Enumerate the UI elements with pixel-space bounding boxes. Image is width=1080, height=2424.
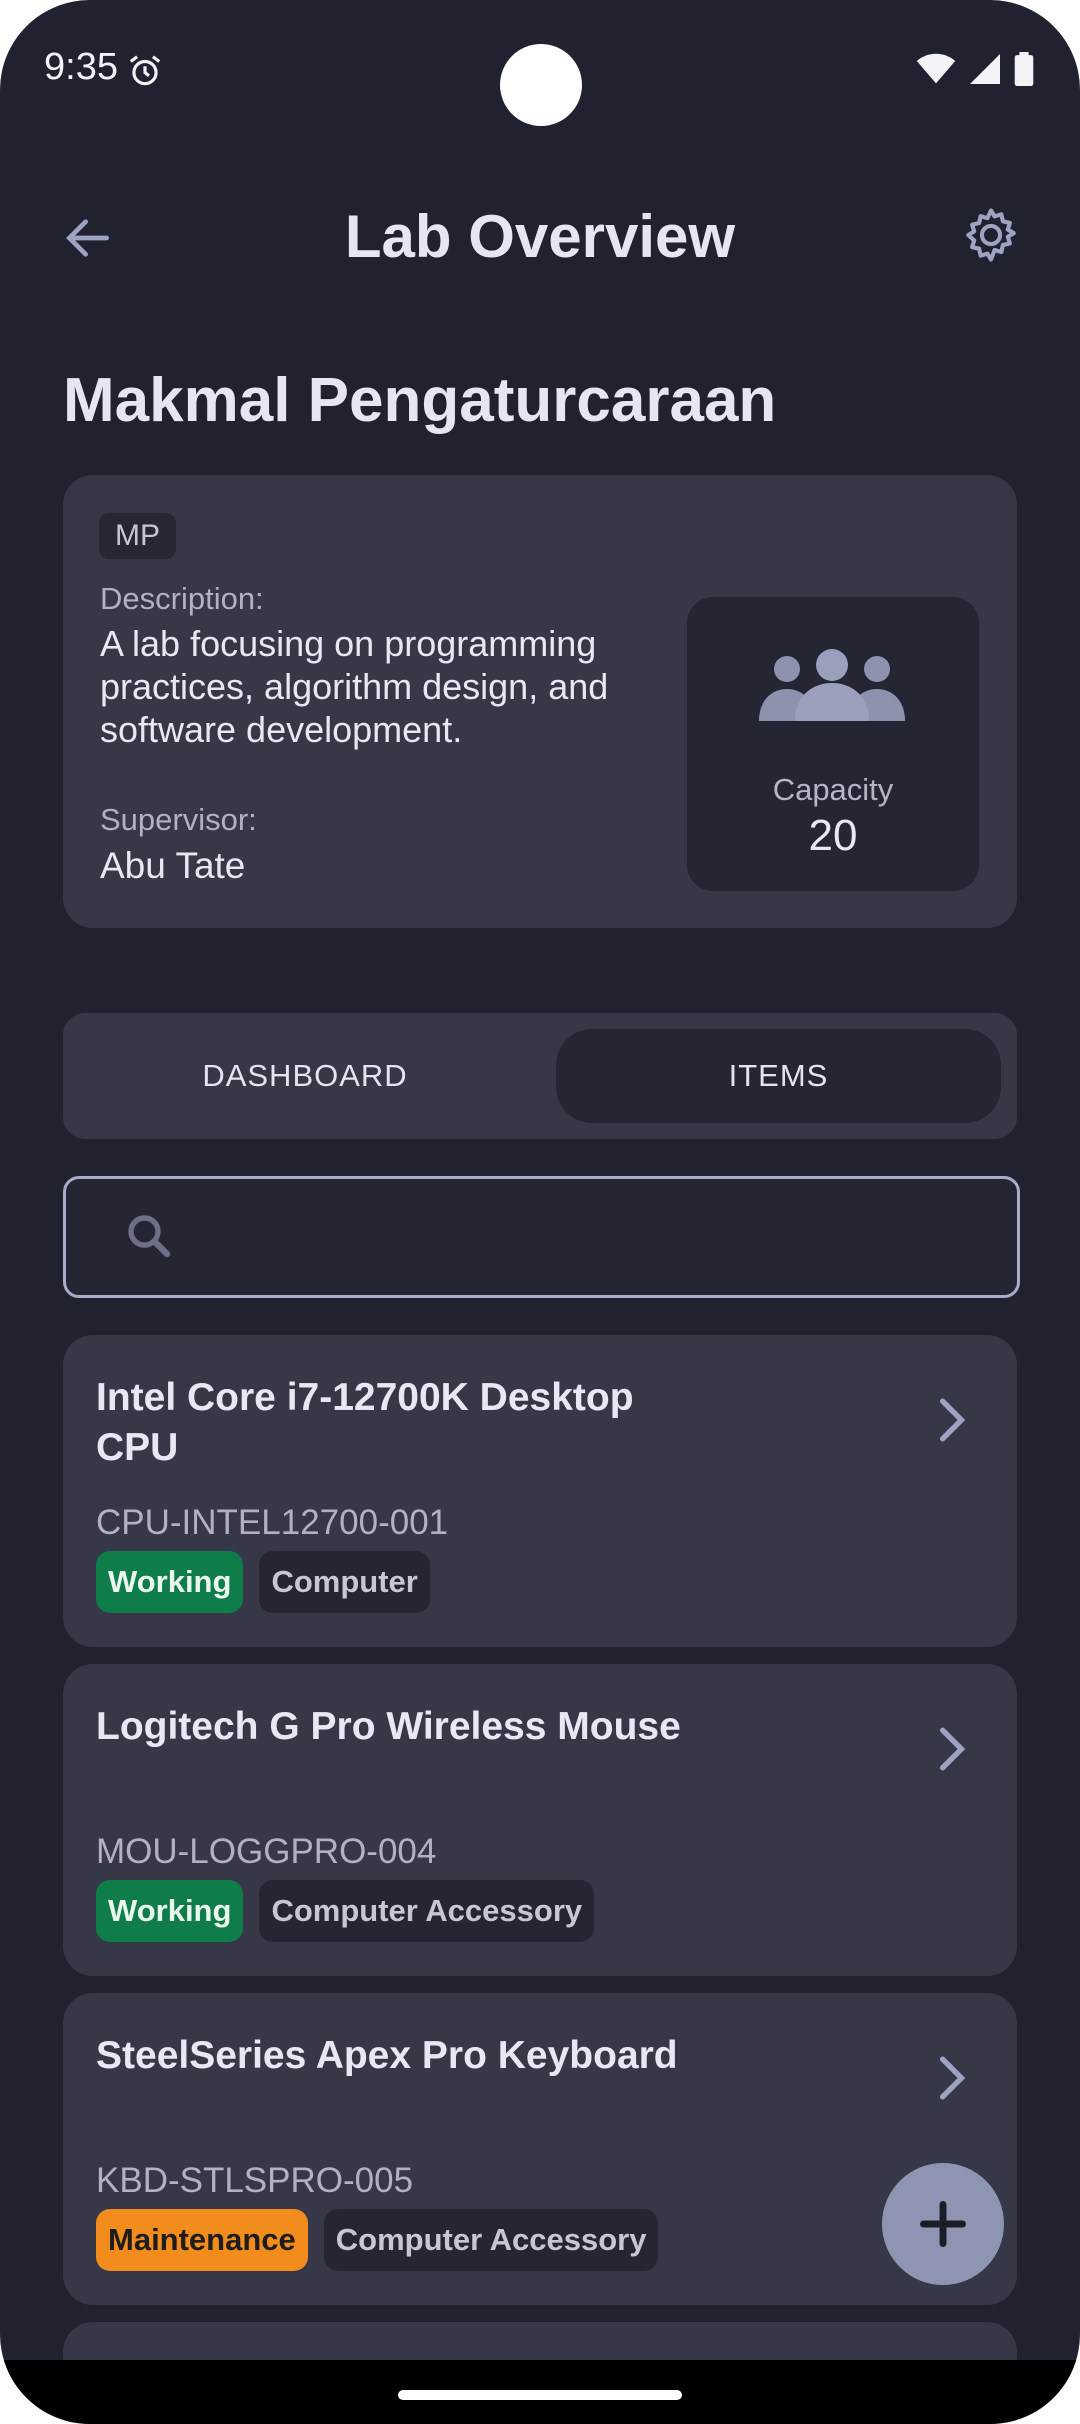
chevron-right-icon <box>939 2056 966 2100</box>
status-time: 9:35 <box>44 46 118 88</box>
battery-icon <box>1014 52 1034 86</box>
supervisor-label: Supervisor: <box>100 802 257 837</box>
tab-bar: DASHBOARD ITEMS <box>63 1013 1017 1139</box>
add-item-button[interactable] <box>882 2163 1004 2285</box>
people-group-icon <box>759 649 905 721</box>
phone-screen: 9:35 Lab Overview Makmal Pengaturcaraan … <box>0 0 1080 2424</box>
chevron-right-icon <box>939 1398 966 1442</box>
item-code: KBD-STLSPRO-005 <box>96 2161 414 2200</box>
description-label: Description: <box>100 581 264 616</box>
status-badge: Working <box>96 1880 244 1942</box>
lab-name: Makmal Pengaturcaraan <box>63 366 777 435</box>
status-bar: 9:35 <box>0 0 1080 140</box>
list-item[interactable]: Intel Core i7-12700K Desktop CPU CPU-INT… <box>63 1335 1017 1647</box>
gear-icon[interactable] <box>960 204 1022 266</box>
item-name: SteelSeries Apex Pro Keyboard <box>96 2034 678 2077</box>
status-badge: Maintenance <box>96 2209 308 2271</box>
search-icon <box>128 1215 171 1258</box>
app-bar: Lab Overview <box>0 180 1080 290</box>
capacity-value: 20 <box>808 811 858 860</box>
capacity-box: Capacity 20 <box>687 597 979 891</box>
tab-items[interactable]: ITEMS <box>556 1029 1001 1123</box>
item-code: MOU-LOGGPRO-004 <box>96 1832 437 1871</box>
chevron-right-icon <box>939 1727 966 1771</box>
alarm-icon <box>129 55 161 86</box>
description-text: A lab focusing on programming practices,… <box>100 623 609 750</box>
search-input[interactable] <box>196 1199 990 1277</box>
item-name: Intel Core i7-12700K Desktop CPU <box>96 1376 634 1469</box>
category-badge: Computer Accessory <box>259 1880 595 1942</box>
lab-code-badge: MP <box>99 513 176 559</box>
wifi-icon <box>916 53 956 84</box>
lab-info-card: MP Description: A lab focusing on progra… <box>63 475 1017 928</box>
home-indicator[interactable] <box>398 2390 682 2400</box>
item-code: CPU-INTEL12700-001 <box>96 1503 449 1542</box>
item-name: Logitech G Pro Wireless Mouse <box>96 1705 681 1748</box>
category-badge: Computer <box>259 1551 430 1613</box>
list-item[interactable]: SteelSeries Apex Pro Keyboard KBD-STLSPR… <box>63 1993 1017 2305</box>
search-field[interactable] <box>63 1176 1020 1298</box>
status-badge: Working <box>96 1551 244 1613</box>
page-title: Lab Overview <box>344 203 736 270</box>
category-badge: Computer Accessory <box>323 2209 659 2271</box>
supervisor-name: Abu Tate <box>100 845 246 886</box>
tab-dashboard[interactable]: DASHBOARD <box>75 1029 535 1123</box>
list-item[interactable]: Logitech G Pro Wireless Mouse MOU-LOGGPR… <box>63 1664 1017 1976</box>
capacity-label: Capacity <box>772 772 894 807</box>
signal-icon <box>970 54 1000 84</box>
camera-cutout <box>500 44 582 126</box>
plus-icon <box>920 2201 966 2247</box>
